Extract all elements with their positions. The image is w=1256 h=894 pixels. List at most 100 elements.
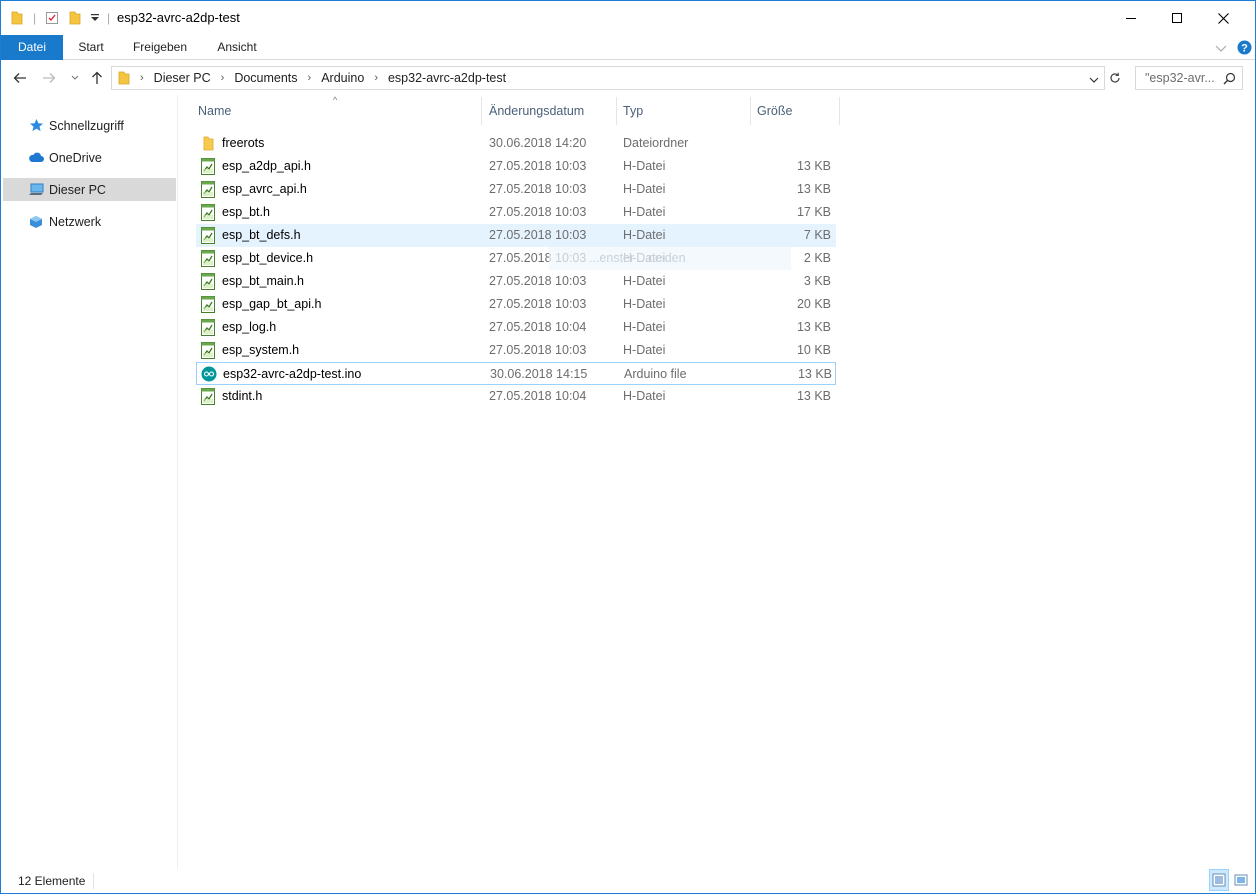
ribbon-tabs: Datei Start Freigeben Ansicht ? bbox=[1, 35, 1255, 60]
column-header-type[interactable]: Typ bbox=[616, 95, 750, 125]
ribbon-expand-icon[interactable] bbox=[1215, 42, 1227, 56]
details-view-button[interactable] bbox=[1209, 869, 1229, 891]
file-row[interactable]: esp_gap_bt_api.h 27.05.2018 10:03 H-Datei 2… bbox=[196, 293, 836, 316]
minimize-icon bbox=[1126, 18, 1136, 19]
details-view-icon bbox=[1212, 873, 1226, 887]
search-icon[interactable] bbox=[1223, 72, 1236, 88]
forward-button[interactable] bbox=[39, 68, 59, 88]
file-row[interactable]: esp_log.h 27.05.2018 10:04 H-Datei 13 KB bbox=[196, 316, 836, 339]
sidebar-item-schnellzugriff[interactable]: Schnellzugriff bbox=[3, 114, 176, 137]
breadcrumb-dieser-pc[interactable]: Dieser PC bbox=[154, 71, 211, 85]
file-type: H-Datei bbox=[623, 343, 666, 357]
file-modified-date: 27.05.2018 10:04 bbox=[489, 389, 587, 403]
back-button[interactable] bbox=[10, 68, 30, 88]
arrow-up-icon bbox=[92, 71, 102, 84]
file-modified-date: 27.05.2018 10:03 bbox=[489, 297, 587, 311]
file-size: 13 KB bbox=[797, 367, 832, 381]
arrow-left-icon bbox=[13, 73, 26, 83]
header-file-icon bbox=[200, 319, 216, 336]
maximize-icon bbox=[1172, 13, 1182, 23]
sidebar-item-onedrive[interactable]: OneDrive bbox=[3, 146, 176, 169]
file-row[interactable]: esp_bt_main.h 27.05.2018 10:03 H-Datei 3 KB bbox=[196, 270, 836, 293]
file-size: 10 KB bbox=[796, 343, 831, 357]
tab-freigeben[interactable]: Freigeben bbox=[125, 35, 195, 60]
file-type: H-Datei bbox=[623, 182, 666, 196]
refresh-button[interactable] bbox=[1105, 68, 1125, 88]
header-file-icon bbox=[200, 250, 216, 267]
file-size bbox=[756, 132, 831, 155]
file-row[interactable]: esp_bt_defs.h 27.05.2018 10:03 H-Datei 7 KB bbox=[196, 224, 836, 247]
explorer-window: | | esp32-avrc-a2dp-test Datei Start Fre… bbox=[0, 0, 1256, 894]
file-row[interactable]: esp32-avrc-a2dp-test.ino 30.06.2018 14:15… bbox=[196, 362, 836, 385]
file-name: esp_system.h bbox=[222, 343, 300, 357]
breadcrumb-current-folder[interactable]: esp32-avrc-a2dp-test bbox=[388, 71, 506, 85]
file-size: 13 KB bbox=[796, 182, 831, 196]
column-header-name[interactable]: Name bbox=[191, 95, 481, 125]
large-icons-view-icon bbox=[1234, 874, 1248, 886]
customize-toolbar-icon[interactable] bbox=[90, 10, 100, 26]
file-name: esp_gap_bt_api.h bbox=[222, 297, 322, 311]
arduino-file-icon bbox=[201, 366, 217, 383]
file-type: H-Datei bbox=[623, 159, 666, 173]
file-name: esp_bt_device.h bbox=[222, 251, 314, 265]
file-modified-date: 27.05.2018 10:03 bbox=[489, 182, 587, 196]
file-modified-date: 27.05.2018 10:03 bbox=[489, 343, 587, 357]
address-dropdown-icon[interactable] bbox=[1089, 73, 1099, 87]
title-bar: | | esp32-avrc-a2dp-test bbox=[1, 1, 1255, 35]
navigation-pane: Schnellzugriff OneDrive Dieser PC Netzwe… bbox=[1, 95, 178, 869]
recent-locations-button[interactable] bbox=[65, 68, 85, 88]
tab-start[interactable]: Start bbox=[71, 35, 111, 60]
file-row[interactable]: esp_a2dp_api.h 27.05.2018 10:03 H-Datei 13 … bbox=[196, 155, 836, 178]
maximize-button[interactable] bbox=[1154, 1, 1200, 35]
breadcrumb-documents[interactable]: Documents bbox=[234, 71, 297, 85]
file-row[interactable]: freerots 30.06.2018 14:20 Dateiordner bbox=[196, 132, 836, 155]
file-size: 7 KB bbox=[803, 228, 831, 242]
refresh-icon bbox=[1110, 72, 1120, 83]
file-type: Dateiordner bbox=[623, 136, 689, 150]
sidebar-item-netzwerk[interactable]: Netzwerk bbox=[3, 210, 176, 233]
network-icon bbox=[27, 214, 45, 230]
file-name: freerots bbox=[222, 136, 265, 150]
minimize-button[interactable] bbox=[1108, 1, 1154, 35]
file-modified-date: 27.05.2018 10:04 bbox=[489, 320, 587, 334]
up-button[interactable] bbox=[87, 68, 107, 88]
file-size: 3 KB bbox=[803, 274, 831, 288]
file-name: esp_log.h bbox=[222, 320, 277, 334]
file-type: H-Datei bbox=[623, 228, 666, 242]
sidebar-item-dieser-pc[interactable]: Dieser PC bbox=[3, 178, 176, 201]
tab-datei[interactable]: Datei bbox=[1, 35, 63, 60]
navigation-bar: › Dieser PC › Documents › Arduino › esp3… bbox=[1, 61, 1255, 95]
header-file-icon bbox=[200, 388, 216, 405]
breadcrumb-arduino[interactable]: Arduino bbox=[321, 71, 364, 85]
column-header-size[interactable]: Größe bbox=[750, 95, 840, 125]
file-row[interactable]: esp_bt.h 27.05.2018 10:03 H-Datei 17 KB bbox=[196, 201, 836, 224]
file-type: Arduino file bbox=[624, 367, 687, 381]
file-name: esp_a2dp_api.h bbox=[222, 159, 311, 173]
header-file-icon bbox=[200, 342, 216, 359]
file-row[interactable]: stdint.h 27.05.2018 10:04 H-Datei 13 KB bbox=[196, 385, 836, 408]
folder-app-icon bbox=[11, 10, 23, 26]
large-icons-view-button[interactable] bbox=[1231, 869, 1251, 891]
item-count: 12 Elemente bbox=[18, 874, 86, 888]
file-size: 17 KB bbox=[796, 205, 831, 219]
file-row[interactable]: esp_avrc_api.h 27.05.2018 10:03 H-Datei 13 … bbox=[196, 178, 836, 201]
file-name: esp32-avrc-a2dp-test.ino bbox=[223, 367, 362, 381]
file-modified-date: 30.06.2018 14:15 bbox=[490, 367, 588, 381]
column-header-date[interactable]: Änderungsdatum bbox=[482, 95, 616, 125]
close-icon bbox=[1217, 12, 1229, 24]
file-modified-date: 27.05.2018 10:03 bbox=[489, 159, 587, 173]
file-type: H-Datei bbox=[623, 389, 666, 403]
file-row[interactable]: esp_system.h 27.05.2018 10:03 H-Datei 10 KB bbox=[196, 339, 836, 362]
file-name: esp_bt_main.h bbox=[222, 274, 305, 288]
help-icon[interactable]: ? bbox=[1237, 40, 1252, 58]
properties-icon[interactable] bbox=[45, 10, 59, 26]
new-folder-icon[interactable] bbox=[69, 10, 81, 26]
file-type: H-Datei bbox=[623, 205, 666, 219]
file-size: 13 KB bbox=[796, 159, 831, 173]
address-bar[interactable]: › Dieser PC › Documents › Arduino › esp3… bbox=[111, 66, 1105, 90]
header-file-icon bbox=[200, 181, 216, 198]
file-size: 13 KB bbox=[796, 320, 831, 334]
tab-ansicht[interactable]: Ansicht bbox=[209, 35, 265, 60]
close-button[interactable] bbox=[1200, 1, 1246, 35]
header-file-icon bbox=[200, 227, 216, 244]
